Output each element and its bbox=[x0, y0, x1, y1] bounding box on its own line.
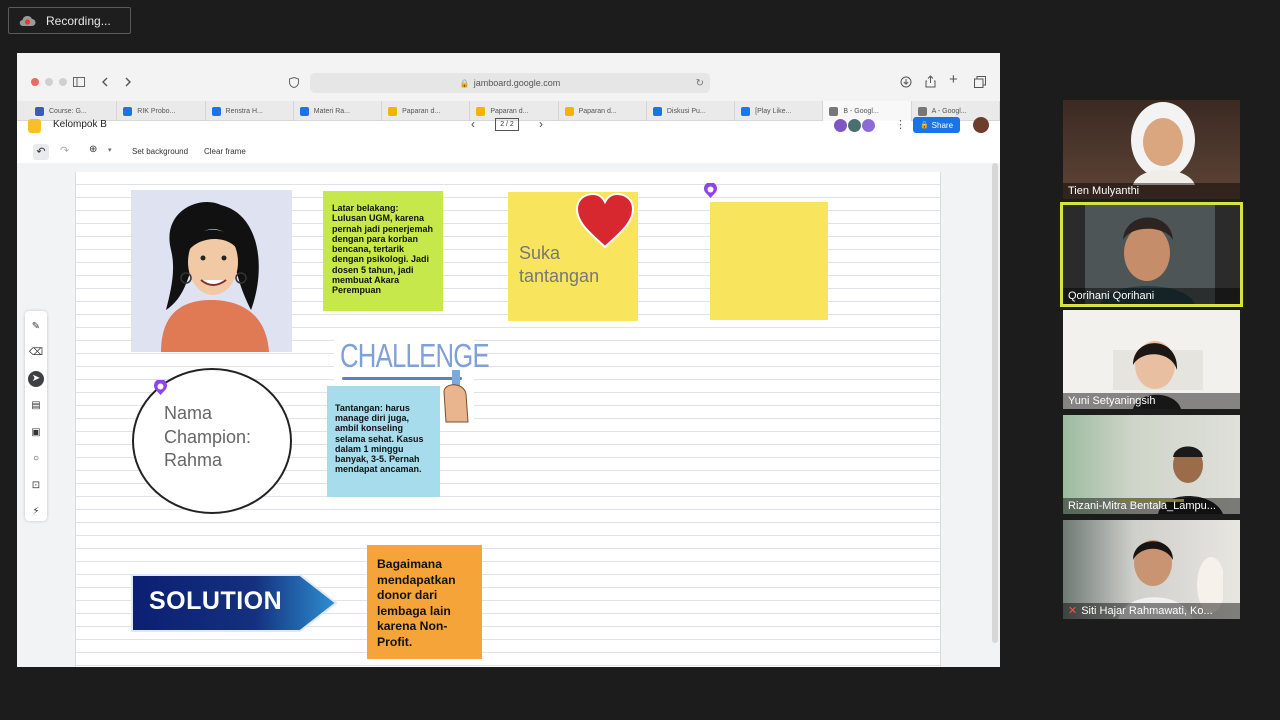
tab-label: B - Googl... bbox=[843, 107, 879, 115]
jamboard-frame[interactable]: Latar belakang: Lulusan UGM, karena pern… bbox=[75, 172, 941, 667]
recording-indicator: Recording... bbox=[8, 7, 131, 34]
browser-titlebar: 🔒 jamboard.google.com ↻ + bbox=[17, 53, 1000, 101]
tab-label: Materi Ra... bbox=[313, 107, 350, 115]
zoom-dropdown-icon[interactable]: ▾ bbox=[108, 146, 112, 154]
vertical-scrollbar[interactable] bbox=[992, 163, 998, 643]
tab-label: A - Googl... bbox=[931, 107, 967, 115]
laser-tool-icon[interactable]: ⚡ bbox=[28, 504, 44, 520]
url-text: jamboard.google.com bbox=[473, 78, 561, 88]
participant-tile-active-speaker[interactable]: Qorihani Qorihani bbox=[1060, 202, 1243, 307]
participant-name: Siti Hajar Rahmawati, Ko... bbox=[1081, 605, 1213, 617]
set-background-button[interactable]: Set background bbox=[132, 147, 188, 156]
undo-icon[interactable]: ↶ bbox=[33, 144, 49, 160]
collaborator-cursor-pin-icon bbox=[704, 183, 717, 198]
share-button[interactable]: 🔒 Share bbox=[913, 117, 960, 133]
solution-label: SOLUTION bbox=[149, 587, 283, 615]
tab-label: Renstra H... bbox=[225, 107, 263, 115]
recording-label: Recording... bbox=[46, 13, 111, 28]
clear-frame-button[interactable]: Clear frame bbox=[204, 147, 246, 156]
reload-icon[interactable]: ↻ bbox=[696, 78, 704, 89]
collaborator-avatars[interactable] bbox=[833, 118, 879, 134]
frame-indicator[interactable]: 2 / 2 bbox=[495, 118, 519, 131]
sticky-note-challenge[interactable]: Tantangan: harus manage diri juga, ambil… bbox=[327, 386, 440, 497]
maximize-window-button[interactable] bbox=[59, 78, 67, 86]
tab-overview-icon[interactable] bbox=[974, 76, 986, 88]
sidebar-toggle-icon[interactable] bbox=[73, 77, 85, 87]
participant-video bbox=[1131, 102, 1195, 185]
participant-tile[interactable]: ✕ Siti Hajar Rahmawati, Ko... bbox=[1063, 520, 1240, 619]
participant-name: Tien Mulyanthi bbox=[1063, 183, 1240, 199]
participant-name-row: ✕ Siti Hajar Rahmawati, Ko... bbox=[1063, 603, 1240, 619]
champion-name-text: Nama Champion: Rahma bbox=[164, 403, 252, 470]
tab-label: [Play Like... bbox=[755, 107, 792, 115]
collaborator-cursor-pin-icon bbox=[154, 380, 167, 395]
share-label: Share bbox=[931, 120, 954, 130]
participant-name: Rizani-Mitra Bentala_Lampu... bbox=[1063, 498, 1240, 514]
participant-tile[interactable]: Rizani-Mitra Bentala_Lampu... bbox=[1063, 415, 1240, 514]
eraser-tool-icon[interactable]: ⌫ bbox=[28, 345, 44, 361]
next-frame-icon[interactable]: › bbox=[539, 117, 543, 131]
lock-icon: 🔒 bbox=[459, 78, 470, 88]
new-tab-icon[interactable]: + bbox=[949, 71, 958, 88]
image-tool-icon[interactable]: ▣ bbox=[28, 425, 44, 441]
sticky-note-background[interactable]: Latar belakang: Lulusan UGM, karena pern… bbox=[323, 191, 443, 311]
redo-icon[interactable]: ↷ bbox=[60, 144, 69, 157]
sticky-note-empty[interactable] bbox=[710, 202, 828, 320]
jamboard-toolbar: ↶ ↷ ⊕ ▾ Set background Clear frame bbox=[17, 141, 1000, 163]
select-tool-icon[interactable]: ➤ bbox=[28, 371, 44, 387]
back-icon[interactable] bbox=[101, 77, 109, 87]
privacy-shield-icon[interactable] bbox=[289, 77, 299, 88]
jam-title[interactable]: Kelompok B bbox=[53, 119, 107, 130]
address-bar[interactable]: 🔒 jamboard.google.com ↻ bbox=[310, 73, 710, 93]
jamboard-logo-icon bbox=[28, 119, 41, 133]
share-lock-icon: 🔒 bbox=[919, 122, 929, 129]
tab-label: RIK Probo... bbox=[137, 107, 176, 115]
heart-icon[interactable] bbox=[575, 193, 635, 249]
participant-tile[interactable]: Tien Mulyanthi bbox=[1063, 100, 1240, 199]
download-icon[interactable] bbox=[900, 76, 912, 88]
prev-frame-icon[interactable]: ‹ bbox=[471, 117, 475, 131]
tab-label: Course: G... bbox=[49, 107, 87, 115]
zoom-icon[interactable]: ⊕ bbox=[89, 144, 97, 155]
participant-tile[interactable]: Yuni Setyaningsih bbox=[1063, 310, 1240, 409]
tab-label: Diskusi Pu... bbox=[666, 107, 706, 115]
shared-screen-window: 🔒 jamboard.google.com ↻ + Course: G... RI… bbox=[17, 53, 1000, 667]
sticky-note-tool-icon[interactable]: ▤ bbox=[28, 398, 44, 414]
minimize-window-button[interactable] bbox=[45, 78, 53, 86]
share-page-icon[interactable] bbox=[925, 75, 936, 88]
tab-label: Paparan d... bbox=[490, 107, 529, 115]
circle-tool-icon[interactable]: ○ bbox=[28, 451, 44, 467]
tab-label: Paparan d... bbox=[578, 107, 617, 115]
participant-name: Yuni Setyaningsih bbox=[1063, 393, 1240, 409]
hand-with-marker-illustration bbox=[443, 370, 469, 423]
account-avatar[interactable] bbox=[973, 117, 989, 133]
sticky-note-solution[interactable]: Bagaimana mendapatkan donor dari lembaga… bbox=[367, 545, 482, 659]
woman-portrait-illustration[interactable] bbox=[131, 190, 292, 352]
pen-tool-icon[interactable]: ✎ bbox=[28, 319, 44, 335]
forward-icon[interactable] bbox=[124, 77, 132, 87]
more-options-icon[interactable]: ⋮ bbox=[895, 118, 906, 131]
textbox-tool-icon[interactable]: ⊡ bbox=[28, 478, 44, 494]
participant-name: Qorihani Qorihani bbox=[1063, 288, 1240, 304]
jamboard-tool-rail: ✎ ⌫ ➤ ▤ ▣ ○ ⊡ ⚡ bbox=[25, 311, 47, 521]
jamboard-header: Kelompok B ‹ 2 / 2 › ⋮ 🔒 Share bbox=[17, 115, 1000, 137]
tab-label: Paparan d... bbox=[402, 107, 441, 115]
close-window-button[interactable] bbox=[31, 78, 39, 86]
cloud-record-icon bbox=[19, 15, 36, 27]
muted-mic-icon: ✕ bbox=[1068, 605, 1078, 617]
